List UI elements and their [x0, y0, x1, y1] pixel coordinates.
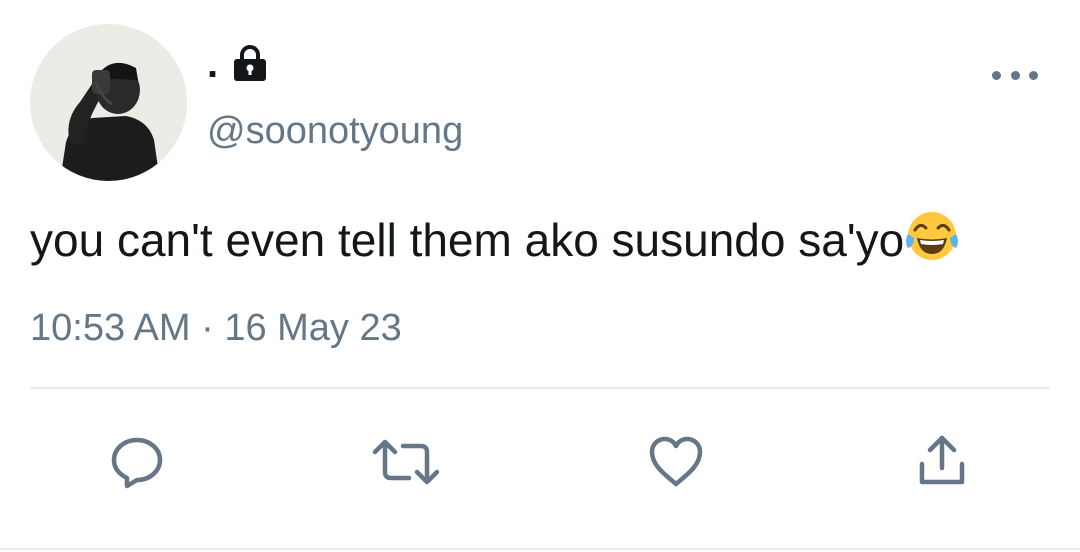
reply-button[interactable]: [107, 432, 167, 492]
tweet-timestamp[interactable]: 10:53 AM · 16 May 23: [30, 305, 402, 351]
share-button[interactable]: [912, 432, 972, 492]
bottom-divider: [0, 548, 1080, 550]
tweet-text-content: you can't even tell them ako susundo sa'…: [30, 214, 905, 266]
more-options-icon[interactable]: [992, 60, 1038, 90]
display-name[interactable]: .: [207, 40, 218, 88]
more-dot: [1029, 70, 1038, 80]
divider: [30, 387, 1050, 389]
reply-icon: [111, 437, 163, 489]
more-dot: [1010, 70, 1020, 80]
like-button[interactable]: [646, 432, 706, 492]
face-with-tears-of-joy-icon: [906, 212, 959, 260]
lock-icon: [234, 45, 266, 81]
tweet-text: you can't even tell them ako susundo sa'…: [30, 208, 1060, 268]
heart-icon: [649, 436, 703, 487]
share-icon: [919, 435, 965, 485]
retweet-icon: [372, 439, 440, 485]
more-dot: [992, 70, 1001, 80]
user-handle[interactable]: @soonotyoung: [207, 108, 463, 154]
avatar[interactable]: [30, 24, 187, 181]
retweet-button[interactable]: [371, 432, 440, 492]
